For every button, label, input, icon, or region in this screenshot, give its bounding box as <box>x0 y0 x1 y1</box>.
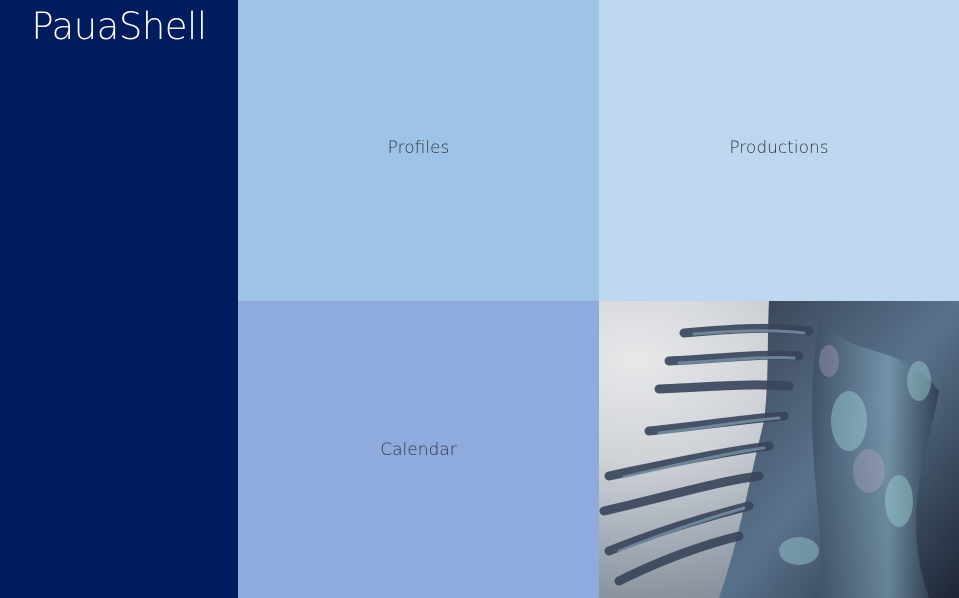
tile-productions[interactable]: Productions <box>599 0 959 301</box>
tile-profiles[interactable]: Profiles <box>238 0 599 301</box>
paua-shell-photo <box>599 301 959 598</box>
tile-profiles-label: Profiles <box>387 137 450 158</box>
app-title: PauaShell <box>31 5 207 48</box>
paua-shell-photo-tile[interactable] <box>599 301 959 598</box>
sidebar: PauaShell <box>0 0 238 598</box>
tile-calendar-label: Calendar <box>380 439 457 460</box>
app-window: PauaShell Profiles Productions Calendar <box>0 0 959 598</box>
tile-productions-label: Productions <box>729 137 829 158</box>
tile-calendar[interactable]: Calendar <box>238 301 599 598</box>
